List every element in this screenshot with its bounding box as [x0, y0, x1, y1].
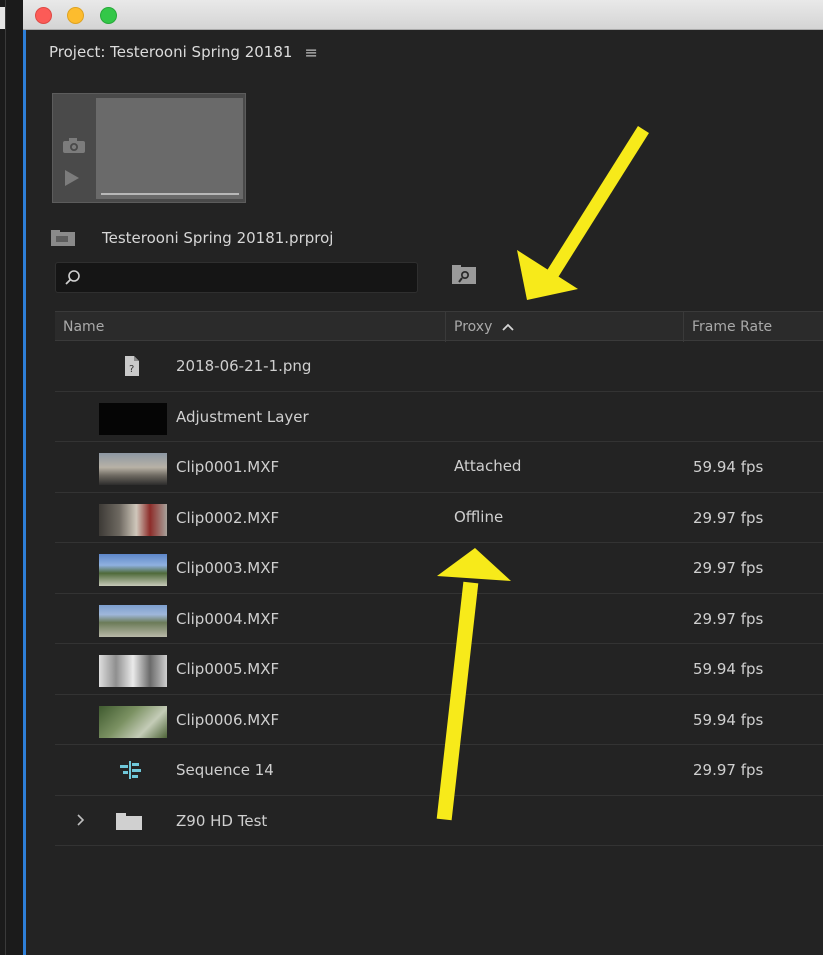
camera-icon[interactable]: [62, 138, 86, 154]
list-header: Name Proxy Frame Rate: [55, 311, 823, 342]
item-frame-rate: 29.97 fps: [693, 559, 764, 577]
project-panel: Project: Testerooni Spring 20181 ≡ Teste…: [23, 30, 823, 955]
clip-thumbnail: [99, 503, 167, 536]
column-header-frame-rate[interactable]: Frame Rate: [683, 312, 772, 342]
clip-thumbnail: [99, 453, 167, 485]
clip-thumbnail: [99, 604, 167, 637]
item-frame-rate: 59.94 fps: [693, 660, 764, 678]
item-proxy-status: Offline: [454, 507, 504, 526]
item-frame-rate: 29.97 fps: [693, 761, 764, 779]
project-file-row: Testerooni Spring 20181.prproj: [51, 227, 333, 249]
item-frame-rate: 29.97 fps: [693, 609, 764, 628]
item-name: Clip0005.MXF: [176, 660, 280, 678]
preview-thumbnail: [52, 93, 246, 203]
list-item[interactable]: Clip0006.MXF 59.94 fps: [55, 695, 823, 745]
list-item[interactable]: Clip0003.MXF 29.97 fps: [55, 543, 823, 594]
preview-frame: [96, 98, 243, 199]
play-icon[interactable]: [65, 170, 79, 186]
item-name: Clip0002.MXF: [176, 508, 280, 527]
list-item[interactable]: Adjustment Layer: [55, 392, 823, 442]
search-icon: [65, 270, 80, 285]
item-frame-rate: 29.97 fps: [693, 508, 764, 527]
left-edge-strip: [0, 0, 23, 955]
zoom-window-button[interactable]: [100, 7, 117, 24]
clip-thumbnail: [99, 554, 167, 586]
black-thumbnail: [99, 402, 167, 435]
column-header-proxy[interactable]: Proxy: [445, 312, 514, 342]
search-field[interactable]: [55, 262, 418, 293]
find-bin-icon[interactable]: [451, 264, 479, 286]
project-file-name: Testerooni Spring 20181.prproj: [102, 229, 334, 247]
close-window-button[interactable]: [35, 7, 52, 24]
item-name: 2018-06-21-1.png: [176, 357, 312, 375]
list-item[interactable]: Clip0005.MXF 59.94 fps: [55, 644, 823, 695]
panel-header: Project: Testerooni Spring 20181 ≡: [49, 42, 318, 62]
sequence-icon: [120, 761, 141, 779]
list-item[interactable]: Clip0002.MXF Offline 29.97 fps: [55, 493, 823, 543]
minimize-window-button[interactable]: [67, 7, 84, 24]
image-file-icon: ?: [125, 356, 139, 376]
item-name: Z90 HD Test: [176, 811, 268, 830]
hamburger-menu-icon[interactable]: ≡: [304, 43, 317, 62]
item-name: Clip0004.MXF: [176, 609, 280, 628]
folder-icon: [116, 812, 142, 830]
list-item[interactable]: Clip0001.MXF Attached 59.94 fps: [55, 442, 823, 493]
panel-title[interactable]: Project: Testerooni Spring 20181: [49, 43, 292, 61]
item-name: Sequence 14: [176, 761, 274, 779]
item-name: Clip0001.MXF: [176, 458, 280, 476]
divider: [5, 0, 6, 955]
expand-chevron-icon[interactable]: [75, 812, 87, 828]
project-folder-icon: [51, 230, 75, 246]
window-titlebar: [23, 0, 823, 30]
project-items-list: Name Proxy Frame Rate ? 2018-06-21-1.png: [55, 311, 823, 846]
list-item[interactable]: Sequence 14 29.97 fps: [55, 745, 823, 796]
column-header-proxy-label: Proxy: [454, 319, 493, 335]
item-frame-rate: 59.94 fps: [693, 710, 764, 729]
svg-text:?: ?: [129, 364, 134, 375]
item-proxy-status: Attached: [454, 457, 522, 475]
list-item[interactable]: Z90 HD Test: [55, 796, 823, 846]
item-frame-rate: 59.94 fps: [693, 458, 764, 476]
preview-scrub-bar[interactable]: [101, 193, 239, 195]
item-name: Clip0006.MXF: [176, 710, 280, 729]
list-item[interactable]: ? 2018-06-21-1.png: [55, 341, 823, 392]
item-name: Clip0003.MXF: [176, 559, 280, 577]
clip-thumbnail: [99, 705, 167, 738]
column-header-name[interactable]: Name: [63, 312, 104, 342]
item-name: Adjustment Layer: [176, 407, 309, 426]
clip-thumbnail: [99, 655, 167, 687]
list-item[interactable]: Clip0004.MXF 29.97 fps: [55, 594, 823, 644]
sort-ascending-icon: [502, 323, 514, 331]
